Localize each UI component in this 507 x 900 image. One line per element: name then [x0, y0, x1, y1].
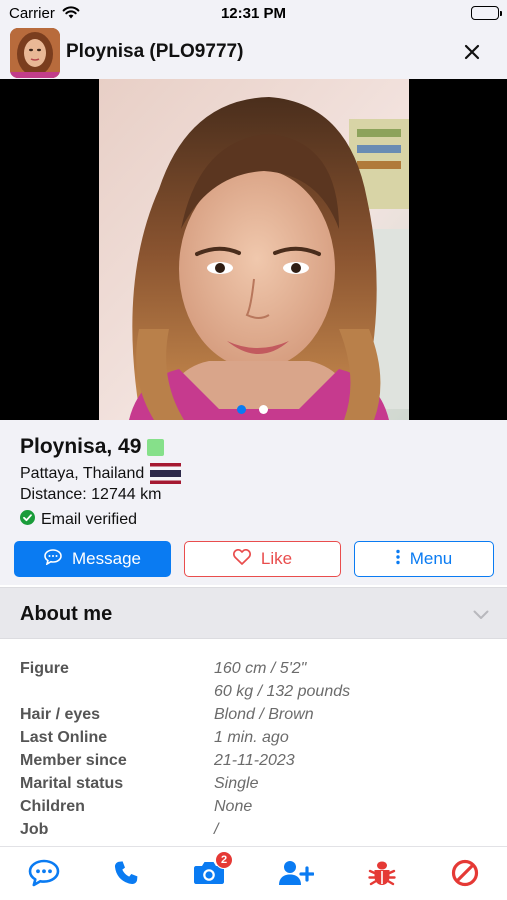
menu-button[interactable]: Menu: [354, 541, 494, 577]
thailand-flag-icon: [150, 463, 182, 484]
detail-value: 21-11-2023: [214, 752, 295, 769]
check-circle-icon: [20, 510, 35, 530]
close-icon[interactable]: [462, 42, 482, 62]
email-verified-row: Email verified: [20, 510, 137, 530]
detail-key: Job: [20, 821, 49, 838]
page-title: Ploynisa (PLO9777): [66, 41, 244, 62]
detail-row: Member since 21-11-2023: [0, 752, 507, 774]
detail-key: Children: [20, 798, 85, 815]
phone-icon[interactable]: [108, 857, 144, 889]
detail-row: Marital status Single: [0, 775, 507, 797]
profile-header: Ploynisa (PLO9777): [0, 26, 507, 79]
location-text: Pattaya, Thailand: [20, 464, 145, 482]
detail-row: Hair / eyes Blond / Brown: [0, 706, 507, 728]
detail-row: Children None: [0, 798, 507, 820]
detail-value: Single: [214, 775, 259, 792]
more-vertical-icon: [396, 549, 400, 570]
camera-badge: 2: [215, 851, 233, 869]
photo-pager[interactable]: [237, 405, 268, 414]
detail-row: Last Online 1 min. ago: [0, 729, 507, 751]
detail-key: Marital status: [20, 775, 124, 792]
detail-key: Last Online: [20, 729, 108, 746]
status-bar: Carrier 12:31 PM: [0, 0, 507, 26]
email-verified-label: Email verified: [41, 511, 138, 528]
detail-key: Hair / eyes: [20, 706, 101, 723]
clock: 12:31 PM: [220, 5, 287, 22]
photo-carousel[interactable]: [0, 79, 507, 420]
name-age-row: Ploynisa, 49: [20, 435, 165, 459]
like-button-label: Like: [260, 549, 293, 568]
like-button[interactable]: Like: [184, 541, 341, 577]
profile-info: Ploynisa, 49 Pattaya, Thailand Distance:…: [0, 420, 507, 585]
online-indicator: [147, 438, 165, 456]
profile-photo[interactable]: [99, 79, 409, 420]
about-section-header[interactable]: About me: [0, 587, 507, 639]
menu-button-label: Menu: [409, 549, 453, 568]
message-button[interactable]: Message: [14, 541, 171, 577]
detail-key: Figure: [20, 660, 69, 677]
detail-value: 1 min. ago: [214, 729, 289, 746]
battery-icon: [471, 6, 502, 20]
name-age: Ploynisa, 49: [20, 435, 142, 458]
detail-row: 60 kg / 132 pounds: [0, 683, 507, 705]
detail-value: None: [214, 798, 253, 815]
chevron-down-icon[interactable]: [473, 607, 489, 625]
add-user-icon[interactable]: [278, 857, 314, 889]
details-list: Figure 160 cm / 5'2" 60 kg / 132 pounds …: [0, 640, 507, 846]
avatar[interactable]: [10, 28, 60, 78]
detail-value: 60 kg / 132 pounds: [214, 683, 351, 700]
camera-icon[interactable]: 2: [191, 851, 233, 889]
bottom-toolbar: 2: [0, 846, 507, 900]
about-title: About me: [20, 603, 113, 625]
bug-icon[interactable]: [364, 857, 400, 889]
distance-text: Distance: 12744 km: [20, 486, 162, 503]
pager-dot-active[interactable]: [237, 405, 246, 414]
detail-value: Blond / Brown: [214, 706, 314, 723]
detail-key: Member since: [20, 752, 127, 769]
chat-bubble-icon: [44, 548, 62, 570]
block-icon[interactable]: [447, 857, 483, 889]
detail-row: Figure 160 cm / 5'2": [0, 660, 507, 682]
message-button-label: Message: [72, 549, 141, 568]
detail-row: Job /: [0, 821, 507, 843]
detail-value: 160 cm / 5'2": [214, 660, 307, 677]
heart-icon: [232, 548, 251, 570]
chat-icon[interactable]: [26, 857, 62, 889]
detail-value: /: [214, 821, 219, 838]
location-row: Pattaya, Thailand: [20, 463, 182, 484]
pager-dot[interactable]: [259, 405, 268, 414]
